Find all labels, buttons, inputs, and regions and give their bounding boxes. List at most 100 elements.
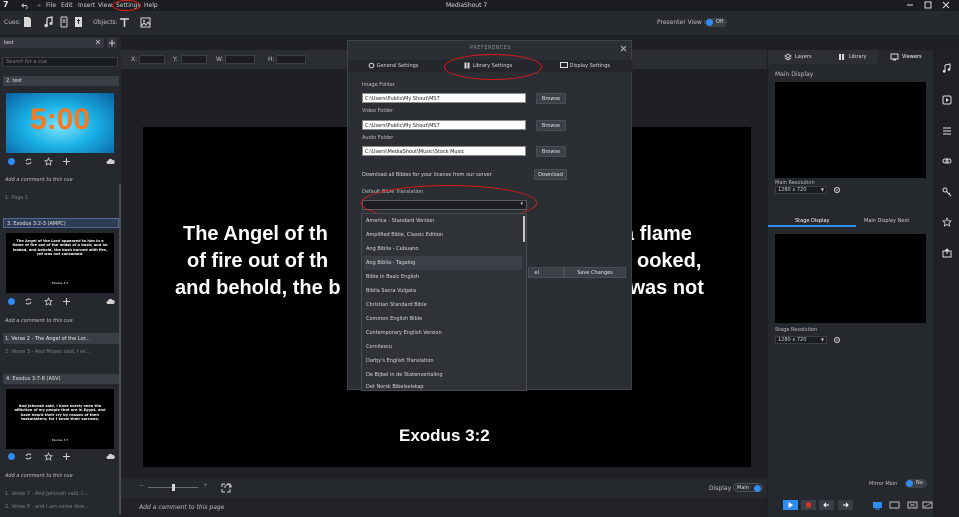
close-tab-icon[interactable] (95, 39, 101, 45)
tab-layers[interactable]: Layers (768, 50, 823, 64)
screen-icon[interactable] (889, 501, 900, 510)
bible-option[interactable]: Det Norsk Bibelselskap (364, 380, 522, 391)
stop-button[interactable] (801, 500, 816, 510)
star-icon[interactable] (44, 297, 53, 306)
bible-option[interactable]: Amplified Bible, Classic Edition (364, 228, 522, 242)
favorite-star-icon[interactable] (942, 217, 952, 227)
cue-comment[interactable]: Add a comment to this cue (5, 473, 73, 479)
audio-folder-input[interactable]: C:\Users\MediaShout\Music\Stock Music (362, 146, 526, 156)
add-tab-button[interactable] (107, 38, 117, 48)
bible-option[interactable]: Cornilescu (364, 340, 522, 354)
dropdown-scrollbar[interactable] (523, 216, 525, 242)
cloud-icon[interactable] (106, 297, 115, 306)
cue-comment[interactable]: Add a comment to this cue (5, 318, 73, 324)
tab-viewers[interactable]: Viewers (878, 50, 933, 64)
image-browse-button[interactable]: Browse (536, 93, 566, 104)
download-button[interactable]: Download (534, 169, 567, 180)
save-changes-button[interactable]: Save Changes (564, 267, 626, 278)
bible-option[interactable]: Common English Bible (364, 312, 522, 326)
redo-icon[interactable] (34, 2, 41, 9)
video-browse-button[interactable]: Browse (536, 120, 566, 131)
scroll-icon[interactable] (59, 16, 69, 28)
export-icon[interactable] (942, 248, 952, 258)
cue-page-item[interactable]: 2. Verse 8 - and I am come dow... (5, 504, 89, 510)
cue-page-item[interactable]: 1. Page 1 (5, 195, 28, 201)
x-input[interactable] (139, 55, 165, 64)
next-button[interactable] (838, 500, 853, 510)
bible-option[interactable]: Darby's English Translation (364, 354, 522, 368)
bible-option[interactable]: Contemporary English Version (364, 326, 522, 340)
add-page-icon[interactable] (62, 297, 71, 306)
menu-help[interactable]: Help (144, 2, 158, 9)
link-icon[interactable] (942, 156, 952, 166)
tab-general-settings[interactable]: General Settings (368, 62, 418, 72)
cue-header-exodus-3-7[interactable]: 4. Exodus 3:7-8 (ASV) (3, 374, 119, 384)
maximize-icon[interactable] (924, 1, 932, 9)
image-folder-input[interactable]: C:\Users\Public\My Shout\MS7 (362, 93, 526, 103)
cue-list-scrollbar[interactable] (119, 184, 121, 514)
close-window-icon[interactable] (942, 1, 950, 9)
main-resolution-select[interactable]: 1280 x 720 ▼ (775, 186, 827, 194)
stage-display-viewer[interactable] (775, 234, 926, 323)
music-note-icon[interactable] (44, 16, 53, 28)
add-page-icon[interactable] (62, 157, 71, 166)
w-input[interactable] (225, 55, 255, 64)
bible-option-highlighted[interactable]: Ang Biblia - Tagalog (364, 256, 522, 270)
page-comment-bar[interactable]: Add a comment to this page (121, 498, 767, 517)
list-icon[interactable] (942, 126, 952, 136)
bible-option[interactable]: Biblia Sacra Vulgata (364, 284, 522, 298)
cue-page-item[interactable]: 2. Verse 3 - And Moses said, I wi... (5, 349, 90, 355)
previous-button[interactable] (819, 500, 834, 510)
menu-edit[interactable]: Edit (61, 2, 73, 9)
menu-view[interactable]: View (98, 2, 112, 9)
tab-stage-display[interactable]: Stage Display (768, 215, 856, 227)
tab-test[interactable]: test (0, 38, 104, 48)
video-folder-input[interactable]: C:\Users\Public\My Shout\MS7 (362, 120, 526, 130)
presenter-view-toggle[interactable]: Off (705, 18, 727, 27)
zoom-in-icon[interactable]: + (203, 482, 208, 489)
bible-option[interactable]: Bible in Basic English (364, 270, 522, 284)
cue-thumbnail-exodus-3-7[interactable]: And Jehovah said, I have surely seen the… (6, 389, 114, 449)
main-display-viewer[interactable] (775, 82, 926, 178)
cue-search-input[interactable]: Search for a cue (2, 57, 118, 67)
cue-header-exodus-3-2[interactable]: 3. Exodus 3:2-3 (AMPC) (3, 218, 119, 228)
selected-page-row[interactable]: 1. Verse 2 - The Angel of the Lor... (3, 333, 119, 344)
video-play-icon[interactable] (942, 95, 952, 105)
new-document-icon[interactable] (23, 16, 32, 28)
loop-icon[interactable] (24, 157, 33, 166)
menu-insert[interactable]: Insert (78, 2, 95, 9)
cancel-button[interactable]: el (528, 267, 564, 278)
loop-icon[interactable] (24, 452, 33, 461)
gear-icon[interactable] (833, 336, 841, 344)
play-button[interactable] (783, 500, 798, 510)
cue-header-test[interactable]: 2. test (3, 76, 119, 86)
y-input[interactable] (181, 55, 207, 64)
dialog-close-icon[interactable] (620, 45, 627, 52)
undo-icon[interactable] (21, 1, 30, 10)
h-input[interactable] (276, 55, 306, 64)
music-icon[interactable] (942, 63, 952, 73)
star-icon[interactable] (44, 452, 53, 461)
bible-book-icon[interactable] (74, 16, 83, 28)
cue-thumbnail-exodus-3-2[interactable]: The Angel of the Lord appeared to him in… (6, 233, 114, 293)
image-object-icon[interactable] (140, 17, 151, 28)
bible-option[interactable]: Christian Standard Bible (364, 298, 522, 312)
cloud-icon[interactable] (106, 452, 115, 461)
clear-screen-icon[interactable] (907, 501, 918, 510)
text-object-icon[interactable] (119, 17, 130, 28)
cloud-icon[interactable] (106, 157, 115, 166)
minimize-icon[interactable] (906, 1, 914, 9)
cue-page-item[interactable]: 1. Verse 7 - And Jehovah said, I... (5, 491, 88, 497)
key-icon[interactable] (942, 187, 952, 197)
monitor-icon[interactable] (872, 501, 883, 510)
refresh-icon[interactable] (223, 483, 233, 493)
bible-option[interactable]: Ang Biblia - Cebuano (364, 242, 522, 256)
loop-icon[interactable] (24, 297, 33, 306)
cue-comment[interactable]: Add a comment to this cue (5, 177, 73, 183)
tab-library[interactable]: Library (823, 50, 878, 64)
bible-option[interactable]: America - Standard Version (364, 214, 522, 228)
menu-file[interactable]: File (46, 2, 56, 9)
stage-resolution-select[interactable]: 1280 x 720 ▼ (775, 336, 827, 344)
tab-display-settings[interactable]: Display Settings (560, 62, 610, 72)
zoom-out-icon[interactable]: − (139, 482, 144, 489)
